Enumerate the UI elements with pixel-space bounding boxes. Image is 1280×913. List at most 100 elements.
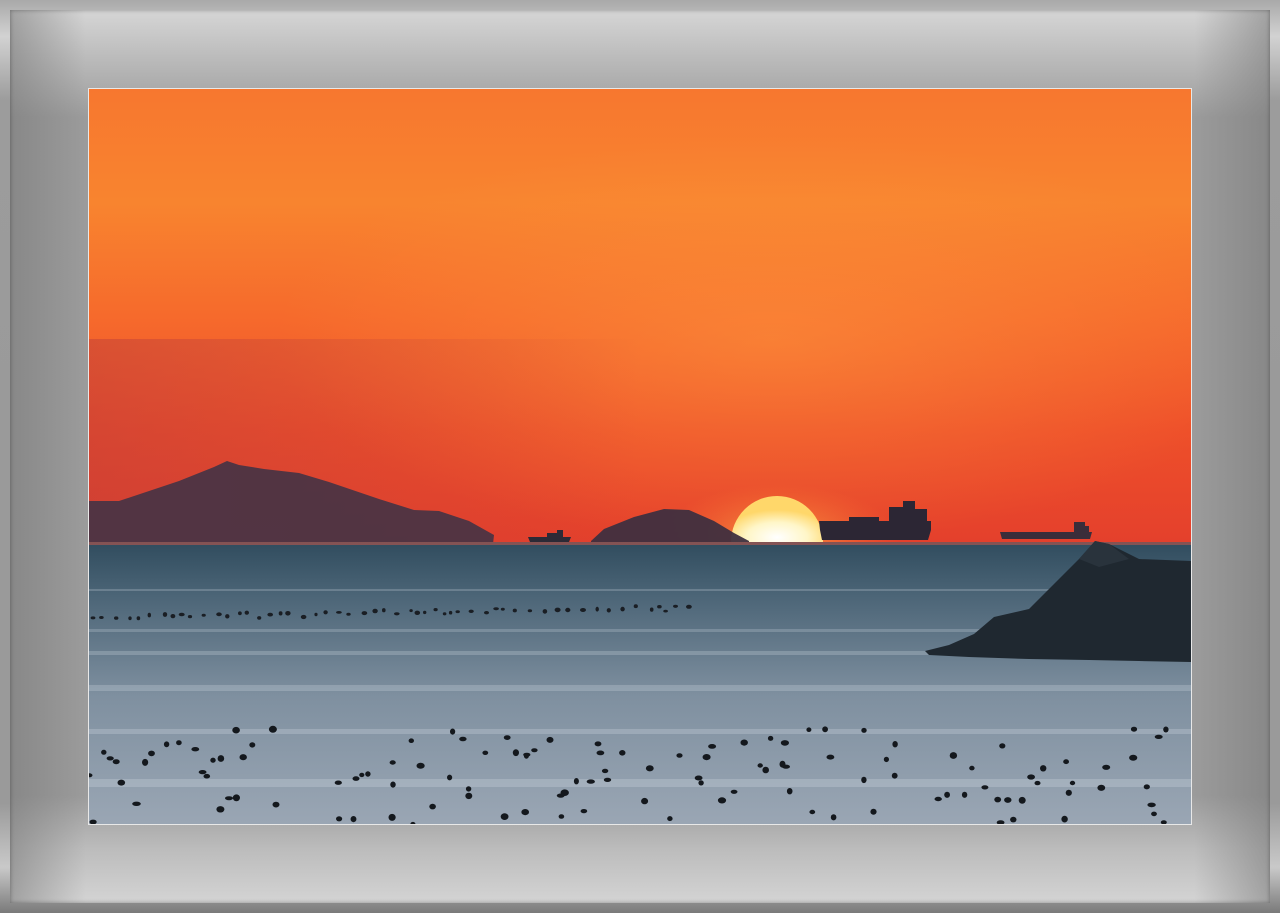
buoy: [112, 759, 120, 765]
buoy: [944, 791, 950, 798]
buoy: [1061, 815, 1068, 823]
buoy: [512, 608, 517, 613]
buoy: [892, 741, 898, 748]
buoy: [465, 786, 472, 792]
buoy: [450, 728, 456, 735]
buoy: [314, 612, 318, 617]
buoy: [673, 604, 678, 608]
buoy: [606, 608, 611, 613]
buoy: [433, 608, 438, 612]
buoy: [686, 604, 692, 609]
buoy: [390, 781, 396, 788]
buoy: [201, 613, 206, 617]
buoy: [365, 771, 371, 777]
buoy: [442, 612, 447, 616]
buoy: [394, 612, 400, 616]
buoy: [594, 741, 602, 747]
buoy: [782, 764, 790, 769]
buoy: [667, 816, 673, 822]
buoy: [117, 779, 126, 786]
buoy: [203, 773, 211, 779]
buoy: [244, 610, 249, 615]
buoy: [1097, 784, 1106, 791]
buoy: [232, 794, 240, 802]
buoy: [762, 766, 769, 774]
buoy: [861, 776, 867, 784]
buoy: [416, 762, 425, 769]
buoy: [500, 607, 505, 611]
buoy: [527, 609, 533, 613]
buoy: [465, 792, 473, 800]
buoy: [361, 611, 368, 616]
buoy: [999, 743, 1006, 749]
buoy: [531, 748, 538, 753]
buoy: [694, 775, 703, 781]
buoy: [238, 611, 242, 616]
buoy: [586, 779, 595, 784]
buoy: [300, 614, 307, 620]
buoy: [409, 609, 413, 613]
buoy: [767, 735, 774, 741]
buoy: [619, 750, 626, 756]
buoy: [346, 612, 351, 616]
buoy: [981, 785, 989, 790]
buoy: [1069, 780, 1076, 786]
buoy: [757, 763, 763, 768]
buoy: [163, 741, 170, 748]
buoy: [334, 780, 342, 785]
buoy: [698, 780, 704, 786]
buoy: [210, 757, 216, 763]
buoy: [187, 615, 193, 619]
buoy: [257, 616, 262, 620]
buoy: [101, 749, 107, 755]
buoy: [573, 778, 579, 785]
buoy: [663, 609, 668, 613]
buoy: [1034, 780, 1041, 786]
buoy: [106, 756, 114, 761]
buoy: [595, 606, 599, 612]
buoy: [170, 614, 176, 619]
buoy: [225, 614, 230, 619]
horizon-line: [89, 542, 1191, 545]
buoy: [1130, 726, 1138, 732]
buoy: [740, 739, 748, 746]
buoy: [620, 606, 625, 612]
buoy: [1129, 754, 1138, 761]
buoy: [232, 726, 240, 734]
buoy: [676, 753, 683, 758]
buoy: [708, 744, 717, 749]
buoy: [969, 765, 975, 771]
buoy: [1004, 797, 1012, 803]
buoy: [580, 809, 588, 814]
buoy: [580, 608, 586, 612]
buoy: [556, 793, 565, 798]
buoy: [554, 607, 561, 613]
buoy: [142, 758, 149, 766]
buoy: [891, 772, 898, 779]
buoy: [521, 809, 529, 816]
buoy: [1163, 726, 1169, 733]
buoy: [249, 742, 256, 748]
buoy: [633, 604, 638, 609]
buoy: [267, 612, 273, 617]
buoy: [372, 608, 378, 614]
buoy: [786, 788, 793, 795]
buoy: [1154, 734, 1163, 740]
buoy: [603, 777, 612, 783]
buoy: [1151, 811, 1157, 817]
buoy: [217, 755, 225, 762]
buoy: [1065, 789, 1072, 796]
buoy: [448, 610, 453, 615]
buoy: [565, 607, 571, 613]
buoy: [429, 803, 436, 810]
buoy: [147, 612, 151, 618]
buoy: [558, 814, 565, 819]
buoy: [822, 726, 828, 733]
buoy: [1018, 796, 1026, 804]
buoy: [408, 738, 414, 743]
buoy: [359, 772, 365, 778]
buoy: [934, 796, 942, 802]
buoy: [1063, 759, 1069, 765]
buoy: [717, 797, 727, 804]
buoy: [350, 816, 357, 823]
